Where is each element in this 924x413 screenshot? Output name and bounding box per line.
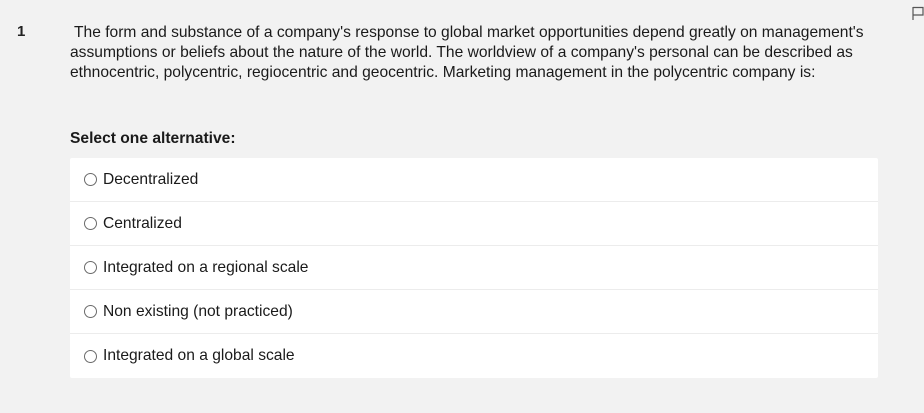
radio-button[interactable] — [84, 217, 97, 230]
flag-icon[interactable] — [912, 6, 924, 21]
option-integrated-regional[interactable]: Integrated on a regional scale — [70, 246, 878, 290]
option-label: Integrated on a regional scale — [103, 258, 309, 276]
option-centralized[interactable]: Centralized — [70, 202, 878, 246]
radio-button[interactable] — [84, 261, 97, 274]
option-label: Non existing (not practiced) — [103, 302, 293, 320]
radio-button[interactable] — [84, 305, 97, 318]
option-label: Centralized — [103, 214, 182, 232]
radio-button[interactable] — [84, 349, 97, 363]
answer-options: Decentralized Centralized Integrated on … — [70, 158, 878, 378]
radio-button[interactable] — [84, 173, 97, 186]
option-non-existing[interactable]: Non existing (not practiced) — [70, 290, 878, 334]
option-label: Integrated on a global scale — [103, 347, 295, 364]
question-text: The form and substance of a company's re… — [70, 24, 864, 81]
question-number: 1 — [17, 23, 26, 40]
option-label: Decentralized — [103, 170, 199, 188]
option-decentralized[interactable]: Decentralized — [70, 158, 878, 202]
option-integrated-global[interactable]: Integrated on a global scale — [70, 334, 878, 378]
select-one-label: Select one alternative: — [70, 130, 236, 147]
